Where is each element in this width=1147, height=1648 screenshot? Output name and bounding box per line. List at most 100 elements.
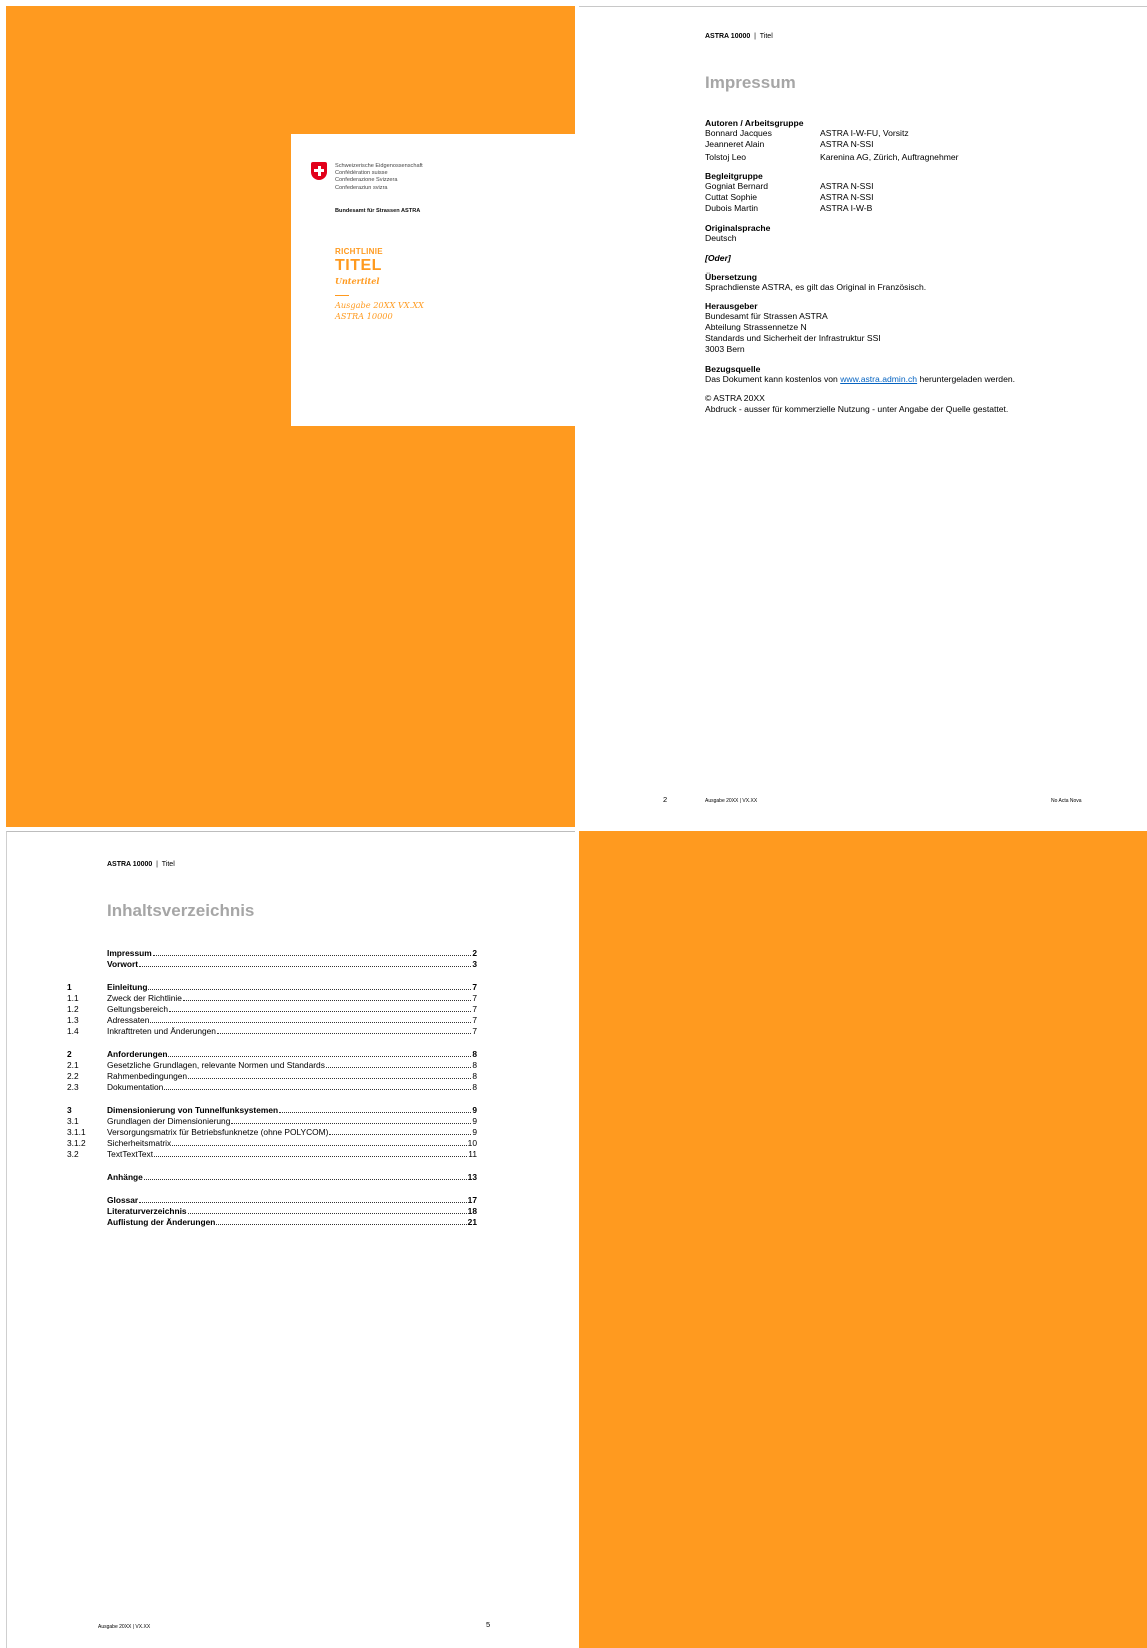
toc-entry[interactable]: Auflistung der Änderungen 21 bbox=[67, 1217, 477, 1228]
translation: Sprachdienste ASTRA, es gilt das Origina… bbox=[705, 281, 927, 292]
toc-entry-page: 9 bbox=[472, 1127, 477, 1137]
toc-entry-page: 7 bbox=[472, 1004, 477, 1014]
toc-entry[interactable]: 1.4 Inkrafttreten und Änderungen 7 bbox=[67, 1026, 477, 1037]
astra-website-link[interactable]: www.astra.admin.ch bbox=[840, 374, 917, 384]
toc-entry[interactable]: Anhänge 13 bbox=[67, 1172, 477, 1183]
toc-entry[interactable]: 1 Einleitung 7 bbox=[67, 982, 477, 993]
toc-page: ASTRA 10000 | Titel Inhaltsverzeichnis I… bbox=[6, 831, 575, 1648]
toc-entry-page: 9 bbox=[472, 1116, 477, 1126]
toc-entry[interactable]: 2.3 Dokumentation 8 bbox=[67, 1082, 477, 1093]
toc-leader-dots bbox=[139, 1202, 467, 1203]
header-title: Titel bbox=[161, 861, 175, 868]
toc-entry-page: 9 bbox=[472, 1105, 477, 1115]
toc-entry[interactable]: 2.2 Rahmenbedingungen 8 bbox=[67, 1071, 477, 1082]
toc-entry-page: 3 bbox=[472, 959, 477, 969]
toc-entry[interactable]: 3 Dimensionierung von Tunnelfunksystemen 9 bbox=[67, 1105, 477, 1116]
toc-entry[interactable]: Vorwort 3 bbox=[67, 959, 477, 970]
doc-number: ASTRA 10000 bbox=[335, 311, 393, 321]
toc-entry-number: 2.1 bbox=[67, 1060, 79, 1070]
toc-entry[interactable]: 1.1 Zweck der Richtlinie 7 bbox=[67, 993, 477, 1004]
page-number: 2 bbox=[663, 795, 668, 804]
toc-leader-dots bbox=[188, 1078, 472, 1079]
toc-entry[interactable]: Impressum 2 bbox=[67, 948, 477, 959]
toc-entry-text: Versorgungsmatrix für Betriebsfunknetze … bbox=[107, 1127, 329, 1137]
toc-entry[interactable]: Glossar 17 bbox=[67, 1195, 477, 1206]
toc-entry-number: 3.1 bbox=[67, 1116, 79, 1126]
toc-entry-page: 7 bbox=[472, 1015, 477, 1025]
toc-entry-page: 8 bbox=[472, 1049, 477, 1059]
toc-entry-number: 3 bbox=[67, 1105, 72, 1115]
toc-spacer bbox=[67, 1183, 477, 1195]
toc-entry-number: 1.2 bbox=[67, 1004, 79, 1014]
toc-entry-number: 3.1.1 bbox=[67, 1127, 86, 1137]
cover-title-box: Schweizerische Eidgenossenschaft Confédé… bbox=[291, 134, 575, 426]
confed-line: Confédération suisse bbox=[335, 170, 388, 177]
toc-entry[interactable]: 2.1 Gesetzliche Grundlagen, relevante Nor… bbox=[67, 1060, 477, 1071]
publisher-line: Standards und Sicherheit der Infrastrukt… bbox=[705, 332, 881, 343]
toc-entry-page: 7 bbox=[472, 993, 477, 1003]
edition-line: Ausgabe 20XX VX.XX bbox=[335, 300, 424, 310]
author-row: Jeanneret Alain ASTRA N-SSI bbox=[705, 138, 874, 149]
toc-entry-number: 1.1 bbox=[67, 993, 79, 1003]
page-title: Inhaltsverzeichnis bbox=[107, 901, 255, 920]
toc-entry-text: Impressum bbox=[107, 948, 152, 958]
toc-spacer bbox=[67, 1037, 477, 1049]
toc-entry[interactable]: 3.2 TextTextText 11 bbox=[67, 1149, 477, 1160]
toc-entry-text: Inkrafttreten und Änderungen bbox=[107, 1026, 216, 1036]
group-row: Cuttat Sophie ASTRA N-SSI bbox=[705, 192, 874, 203]
toc-spacer bbox=[67, 1093, 477, 1105]
toc-entry-number: 1 bbox=[67, 982, 72, 992]
oder-note: [Oder] bbox=[705, 252, 731, 263]
authors-label: Autoren / Arbeitsgruppe bbox=[705, 118, 804, 128]
toc-entry-text: Sicherheitsmatrix bbox=[107, 1138, 172, 1148]
toc-entry-number: 2.2 bbox=[67, 1071, 79, 1081]
toc-leader-dots bbox=[279, 1112, 472, 1113]
toc-entry[interactable]: 1.3 Adressaten 7 bbox=[67, 1015, 477, 1026]
confed-line: Schweizerische Eidgenossenschaft bbox=[335, 163, 423, 169]
toc-entry[interactable]: 3.1 Grundlagen der Dimensionierung 9 bbox=[67, 1116, 477, 1127]
toc-leader-dots bbox=[231, 1123, 472, 1124]
toc-entry[interactable]: Literaturverzeichnis 18 bbox=[67, 1206, 477, 1217]
cover-edition: Ausgabe 20XX VX.XX ASTRA 10000 bbox=[335, 300, 424, 322]
footer-right: No Acta Nova bbox=[1051, 798, 1082, 804]
confed-line: Confederaziun svizra bbox=[335, 184, 388, 191]
impressum-page: ASTRA 10000 | Titel Impressum Autoren / … bbox=[579, 6, 1147, 827]
footer-edition: Ausgabe 20XX | VX.XX bbox=[705, 798, 758, 804]
toc-entry-page: 7 bbox=[472, 982, 477, 992]
toc-entry-text: Literaturverzeichnis bbox=[107, 1206, 187, 1216]
toc-entry-text: Dimensionierung von Tunnelfunksystemen bbox=[107, 1105, 279, 1115]
toc-entry[interactable]: 3.1.1 Versorgungsmatrix für Betriebsfunkn… bbox=[67, 1127, 477, 1138]
page-number: 5 bbox=[486, 1620, 491, 1629]
publisher-label: Herausgeber bbox=[705, 301, 758, 312]
cover-page: Schweizerische Eidgenossenschaft Confédé… bbox=[6, 6, 575, 827]
toc-entry-text: Anforderungen bbox=[107, 1049, 168, 1059]
toc-entry-number: 1.3 bbox=[67, 1015, 79, 1025]
toc-entry-text: Rahmenbedingungen bbox=[107, 1071, 188, 1081]
toc-leader-dots bbox=[329, 1134, 472, 1135]
toc-entry[interactable]: 3.1.2 Sicherheitsmatrix 10 bbox=[67, 1138, 477, 1149]
doc-type: RICHTLINIE bbox=[335, 247, 383, 256]
toc-leader-dots bbox=[182, 1000, 472, 1001]
cover-title: TITEL bbox=[335, 257, 382, 274]
footer-edition: Ausgabe 20XX | VX.XX bbox=[98, 1624, 151, 1630]
toc-entry-number: 2.3 bbox=[67, 1082, 79, 1092]
toc-entry[interactable]: 1.2 Geltungsbereich 7 bbox=[67, 1004, 477, 1015]
back-page bbox=[579, 831, 1147, 1648]
source-text: Das Dokument kann kostenlos von www.astr… bbox=[705, 373, 1016, 384]
confederation-names: Schweizerische Eidgenossenschaft Confédé… bbox=[335, 163, 423, 192]
toc-entry-text: Dokumentation bbox=[107, 1082, 164, 1092]
page-header: ASTRA 10000 | Titel bbox=[705, 33, 773, 40]
impressum-body: Autoren / Arbeitsgruppe Bonnard Jacques A… bbox=[705, 118, 1135, 424]
translation-label: Übersetzung bbox=[705, 271, 758, 282]
source-label: Bezugsquelle bbox=[705, 363, 761, 374]
header-doc: ASTRA 10000 bbox=[107, 861, 153, 868]
toc-leader-dots bbox=[143, 1179, 467, 1180]
publisher-line: Bundesamt für Strassen ASTRA bbox=[705, 311, 828, 322]
toc-entry[interactable]: 2 Anforderungen 8 bbox=[67, 1049, 477, 1060]
orig-lang-label: Originalsprache bbox=[705, 222, 771, 233]
toc-entry-page: 18 bbox=[467, 1206, 477, 1216]
toc-entry-text: Anhänge bbox=[107, 1172, 143, 1182]
toc-leader-dots bbox=[168, 1056, 472, 1057]
cover-subtitle: Untertitel bbox=[335, 276, 380, 286]
confed-line: Confederazione Svizzera bbox=[335, 177, 398, 184]
